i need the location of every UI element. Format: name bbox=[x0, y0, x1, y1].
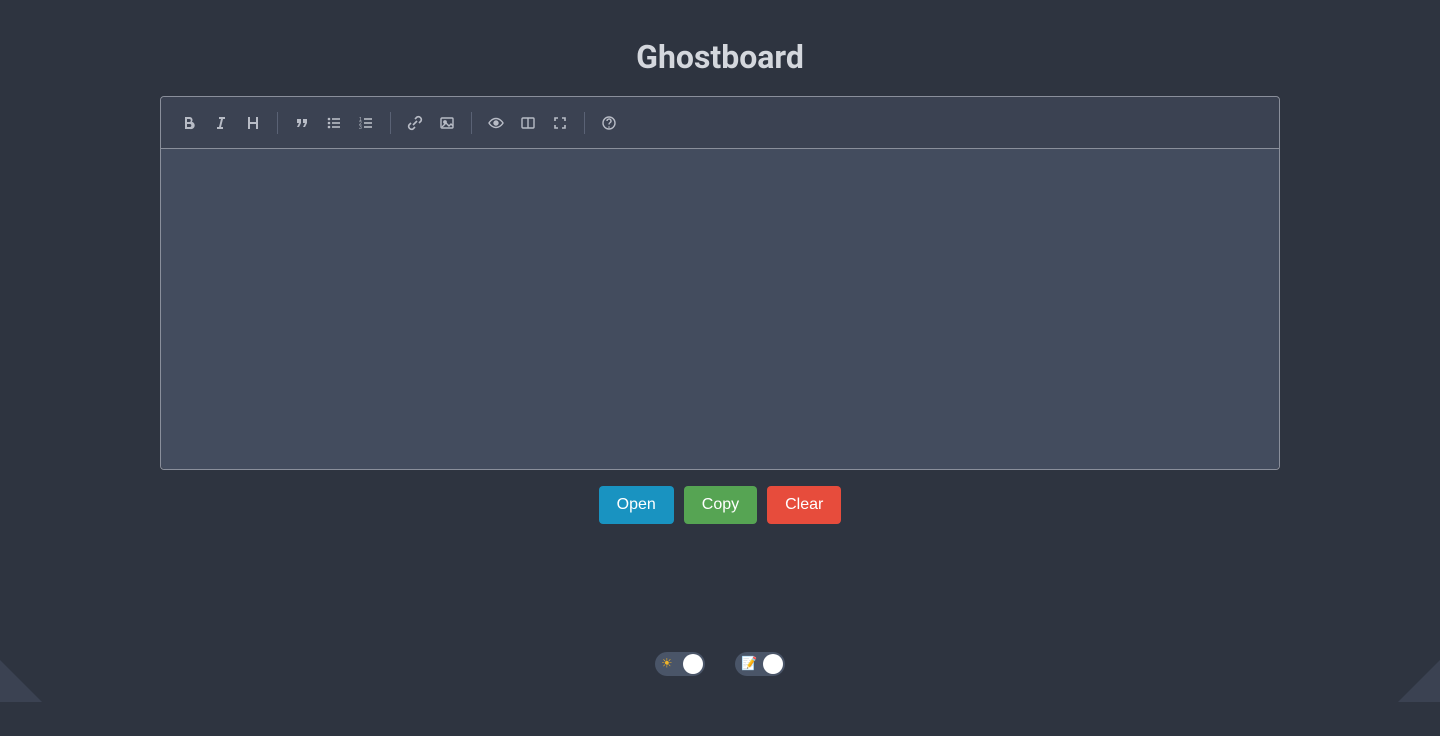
editor-toolbar: 123 bbox=[161, 97, 1279, 149]
eye-icon bbox=[488, 115, 504, 131]
copy-button[interactable]: Copy bbox=[684, 486, 757, 524]
toolbar-separator bbox=[390, 112, 391, 134]
unordered-list-button[interactable] bbox=[320, 109, 348, 137]
link-button[interactable] bbox=[401, 109, 429, 137]
editor-textarea[interactable] bbox=[171, 159, 1269, 459]
page-title: Ghostboard bbox=[636, 38, 804, 76]
editor-mode-toggle[interactable]: 📝 bbox=[735, 652, 785, 676]
theme-toggle[interactable]: ☀ bbox=[655, 652, 705, 676]
toggle-knob bbox=[683, 654, 703, 674]
bold-button[interactable] bbox=[175, 109, 203, 137]
link-icon bbox=[407, 115, 423, 131]
editor-body bbox=[161, 149, 1279, 469]
ordered-list-button[interactable]: 123 bbox=[352, 109, 380, 137]
side-by-side-button[interactable] bbox=[514, 109, 542, 137]
columns-icon bbox=[520, 115, 536, 131]
expand-icon bbox=[552, 115, 568, 131]
open-button[interactable]: Open bbox=[599, 486, 674, 524]
clear-button[interactable]: Clear bbox=[767, 486, 841, 524]
heading-button[interactable] bbox=[239, 109, 267, 137]
list-ul-icon bbox=[326, 115, 342, 131]
bold-icon bbox=[181, 115, 197, 131]
corner-decoration bbox=[0, 660, 42, 702]
toolbar-separator bbox=[584, 112, 585, 134]
list-ol-icon: 123 bbox=[358, 115, 374, 131]
preview-button[interactable] bbox=[482, 109, 510, 137]
quote-button[interactable] bbox=[288, 109, 316, 137]
corner-decoration bbox=[1398, 660, 1440, 702]
sun-icon: ☀ bbox=[661, 658, 673, 671]
action-buttons: Open Copy Clear bbox=[599, 486, 842, 524]
image-button[interactable] bbox=[433, 109, 461, 137]
edit-icon: 📝 bbox=[741, 658, 757, 671]
svg-text:3: 3 bbox=[359, 125, 362, 131]
heading-icon bbox=[245, 115, 261, 131]
toolbar-separator bbox=[277, 112, 278, 134]
italic-icon bbox=[213, 115, 229, 131]
switch-row: ☀ 📝 bbox=[0, 652, 1440, 676]
quote-icon bbox=[294, 115, 310, 131]
help-button[interactable] bbox=[595, 109, 623, 137]
app-root: Ghostboard 123 bbox=[0, 0, 1440, 736]
italic-button[interactable] bbox=[207, 109, 235, 137]
toolbar-separator bbox=[471, 112, 472, 134]
image-icon bbox=[439, 115, 455, 131]
help-icon bbox=[601, 115, 617, 131]
toggle-knob bbox=[763, 654, 783, 674]
editor-panel: 123 bbox=[160, 96, 1280, 470]
fullscreen-button[interactable] bbox=[546, 109, 574, 137]
